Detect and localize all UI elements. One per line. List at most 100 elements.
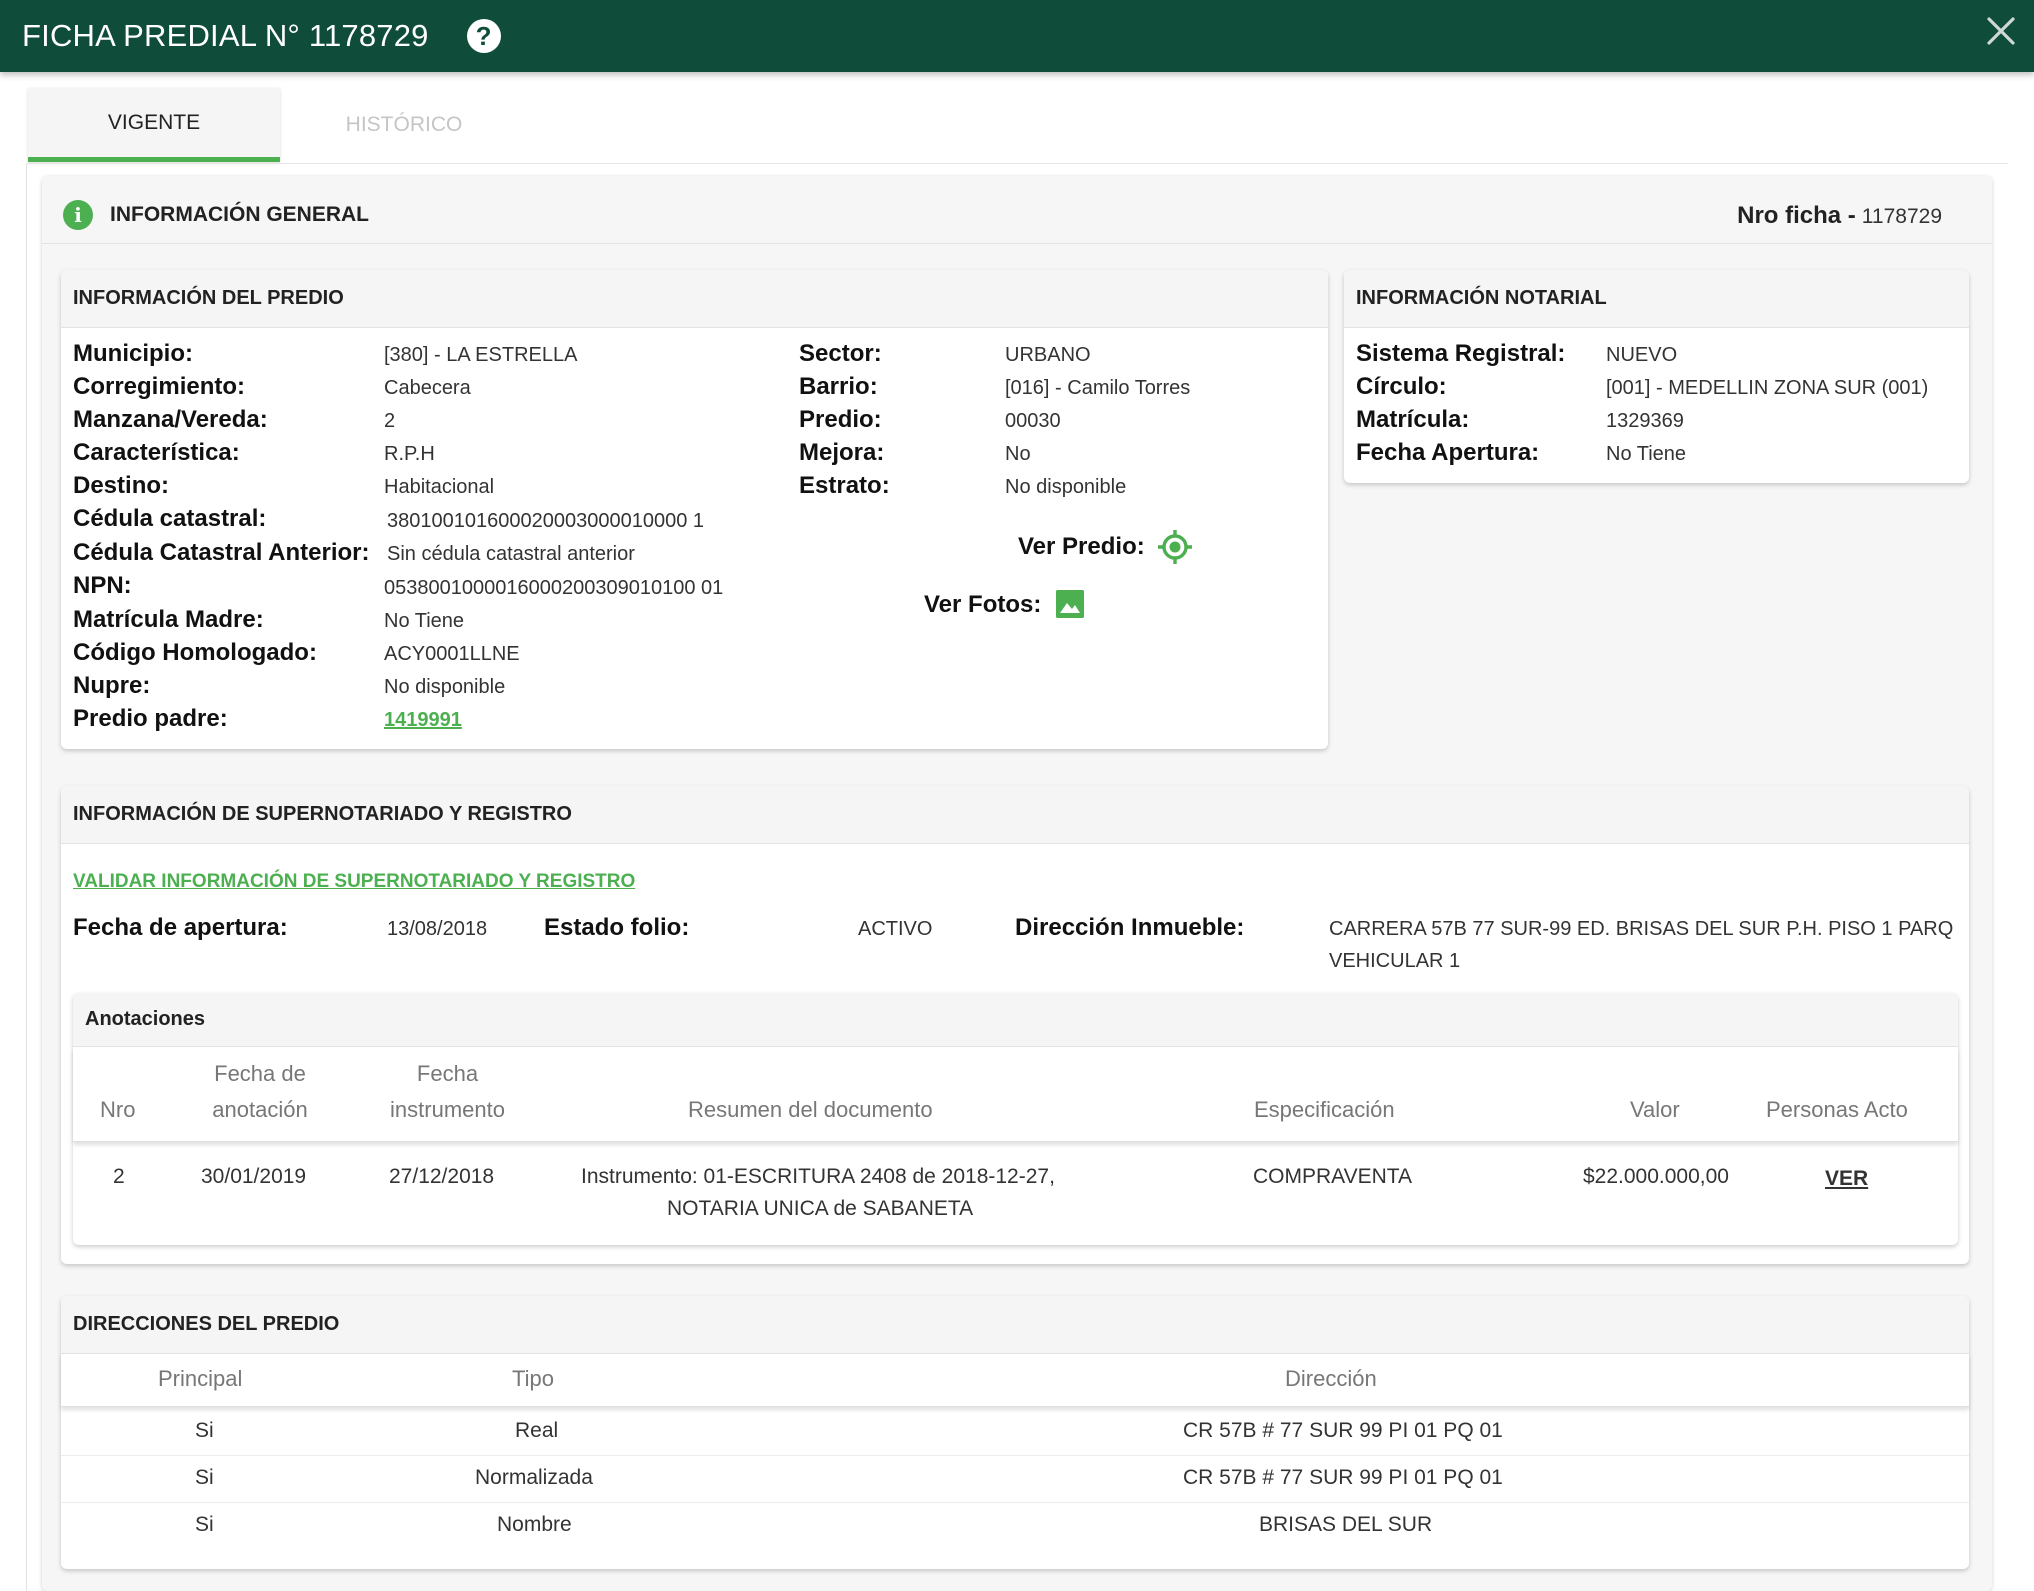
anotaciones-title: Anotaciones xyxy=(73,993,1958,1047)
label-matricula-madre: Matrícula Madre: xyxy=(73,606,264,633)
cell-tipo-2: Normalizada xyxy=(475,1466,593,1489)
label-sector: Sector: xyxy=(799,340,882,367)
supernotariado-title: INFORMACIÓN DE SUPERNOTARIADO Y REGISTRO xyxy=(61,786,1969,844)
tab-historico[interactable]: HISTÓRICO xyxy=(280,88,528,162)
value-fecha-de-apertura: 13/08/2018 xyxy=(387,918,488,940)
nro-ficha-value: 1178729 xyxy=(1861,205,1942,228)
direcciones-title: DIRECCIONES DEL PREDIO xyxy=(61,1296,1969,1354)
label-caracteristica: Característica: xyxy=(73,439,240,466)
info-icon: i xyxy=(63,200,93,230)
label-predio-padre: Predio padre: xyxy=(73,705,228,732)
label-cedula-anterior: Cédula Catastral Anterior: xyxy=(73,539,370,566)
label-destino: Destino: xyxy=(73,472,169,499)
value-barrio: [016] - Camilo Torres xyxy=(1005,377,1191,399)
label-npn: NPN: xyxy=(73,572,132,599)
label-cedula: Cédula catastral: xyxy=(73,505,267,532)
cell-principal-3: Si xyxy=(195,1513,214,1536)
th-personas-acto: Personas Acto xyxy=(1766,1097,1908,1122)
th-fecha-instrumento-line2: instrumento xyxy=(390,1097,505,1122)
modal-header: FICHA PREDIAL N° 1178729 ? xyxy=(0,0,2034,72)
predio-padre-link[interactable]: 1419991 xyxy=(384,709,462,732)
cell-principal-2: Si xyxy=(195,1466,214,1489)
tab-bar: VIGENTE HISTÓRICO xyxy=(28,88,528,164)
th-nro: Nro xyxy=(100,1097,136,1122)
value-matricula: 1329369 xyxy=(1606,410,1684,432)
notarial-card-title: INFORMACIÓN NOTARIAL xyxy=(1344,270,1969,328)
th-especificacion: Especificación xyxy=(1254,1097,1395,1122)
value-matricula-madre: No Tiene xyxy=(384,610,465,632)
ver-personas-link[interactable]: VER xyxy=(1825,1167,1868,1191)
value-manzana: 2 xyxy=(384,410,396,432)
value-estado-folio: ACTIVO xyxy=(858,918,933,940)
label-estrato: Estrato: xyxy=(799,472,890,499)
value-cedula-anterior: Sin cédula catastral anterior xyxy=(387,543,635,565)
nro-ficha: Nro ficha -1178729 xyxy=(1737,202,1942,230)
label-mejora: Mejora: xyxy=(799,439,885,466)
label-fecha-apertura: Fecha Apertura: xyxy=(1356,439,1540,466)
cell-valor: $22.000.000,00 xyxy=(1583,1165,1729,1188)
label-codigo-homologado: Código Homologado: xyxy=(73,639,317,666)
predio-card-title: INFORMACIÓN DEL PREDIO xyxy=(61,270,1328,328)
value-mejora: No xyxy=(1005,443,1031,465)
image-icon[interactable] xyxy=(1056,590,1084,618)
th-fecha-anotacion-line1: Fecha de xyxy=(214,1061,306,1086)
value-cedula: 380100101600020003000010000 1 xyxy=(387,510,705,532)
th-direccion: Dirección xyxy=(1285,1366,1377,1391)
value-corregimiento: Cabecera xyxy=(384,377,471,399)
cell-fecha-instrumento: 27/12/2018 xyxy=(389,1165,495,1188)
label-predio: Predio: xyxy=(799,406,882,433)
value-destino: Habitacional xyxy=(384,476,495,498)
th-tipo: Tipo xyxy=(512,1366,554,1391)
modal-title: FICHA PREDIAL N° 1178729 xyxy=(22,18,429,53)
cell-nro: 2 xyxy=(113,1165,125,1188)
cell-tipo-3: Nombre xyxy=(497,1513,572,1536)
general-info-header: i INFORMACIÓN GENERAL Nro ficha -1178729 xyxy=(42,180,1992,244)
label-corregimiento: Corregimiento: xyxy=(73,373,246,400)
cell-resumen-line2: NOTARIA UNICA de SABANETA xyxy=(667,1197,974,1220)
label-fecha-de-apertura: Fecha de apertura: xyxy=(73,914,288,941)
label-direccion-inmueble: Dirección Inmueble: xyxy=(1015,914,1245,941)
value-nupre: No disponible xyxy=(384,676,506,698)
help-icon[interactable]: ? xyxy=(466,19,501,53)
value-circulo: [001] - MEDELLIN ZONA SUR (001) xyxy=(1606,377,1929,399)
value-predio: 00030 xyxy=(1005,410,1061,432)
ver-fotos-label: Ver Fotos: xyxy=(924,591,1042,618)
validar-supernotariado-link[interactable]: VALIDAR INFORMACIÓN DE SUPERNOTARIADO Y … xyxy=(73,871,635,893)
value-codigo-homologado: ACY0001LLNE xyxy=(384,643,520,665)
cell-especificacion: COMPRAVENTA xyxy=(1253,1165,1413,1188)
label-manzana: Manzana/Vereda: xyxy=(73,406,268,433)
direcciones-row-2 xyxy=(61,1456,1969,1503)
nro-ficha-label: Nro ficha - xyxy=(1737,202,1856,229)
value-caracteristica: R.P.H xyxy=(384,443,435,465)
cell-fecha-anotacion: 30/01/2019 xyxy=(201,1165,307,1188)
value-npn: 0538001000016000200309010100 01 xyxy=(384,577,724,599)
general-info-title: INFORMACIÓN GENERAL xyxy=(110,203,369,226)
th-fecha-anotacion-line2: anotación xyxy=(212,1097,308,1122)
ver-predio-label: Ver Predio: xyxy=(1018,533,1145,560)
value-estrato: No disponible xyxy=(1005,476,1127,498)
label-nupre: Nupre: xyxy=(73,672,151,699)
tab-vigente[interactable]: VIGENTE xyxy=(28,88,280,162)
direcciones-row-3 xyxy=(61,1503,1969,1550)
cell-tipo-1: Real xyxy=(515,1419,559,1442)
th-resumen: Resumen del documento xyxy=(688,1097,933,1122)
th-fecha-instrumento: Fecha instrumento xyxy=(375,1056,520,1128)
label-circulo: Círculo: xyxy=(1356,373,1447,400)
value-direccion-inmueble-2: VEHICULAR 1 xyxy=(1329,950,1461,972)
th-principal: Principal xyxy=(158,1366,243,1391)
label-barrio: Barrio: xyxy=(799,373,878,400)
value-fecha-apertura: No Tiene xyxy=(1606,443,1687,465)
th-fecha-instrumento-line1: Fecha xyxy=(416,1061,479,1086)
label-sistema-registral: Sistema Registral: xyxy=(1356,340,1566,367)
crosshair-icon[interactable] xyxy=(1157,529,1193,570)
close-icon[interactable] xyxy=(1976,6,2026,56)
value-sistema-registral: NUEVO xyxy=(1606,344,1678,366)
cell-direccion-3: BRISAS DEL SUR xyxy=(1259,1513,1433,1536)
cell-direccion-1: CR 57B # 77 SUR 99 PI 01 PQ 01 xyxy=(1183,1419,1503,1442)
value-municipio: [380] - LA ESTRELLA xyxy=(384,344,578,366)
direcciones-row-1 xyxy=(61,1409,1969,1456)
th-valor: Valor xyxy=(1630,1097,1680,1122)
label-matricula: Matrícula: xyxy=(1356,406,1470,433)
cell-resumen-line1: Instrumento: 01-ESCRITURA 2408 de 2018-1… xyxy=(581,1165,1055,1188)
direcciones-header-row xyxy=(61,1354,1969,1407)
